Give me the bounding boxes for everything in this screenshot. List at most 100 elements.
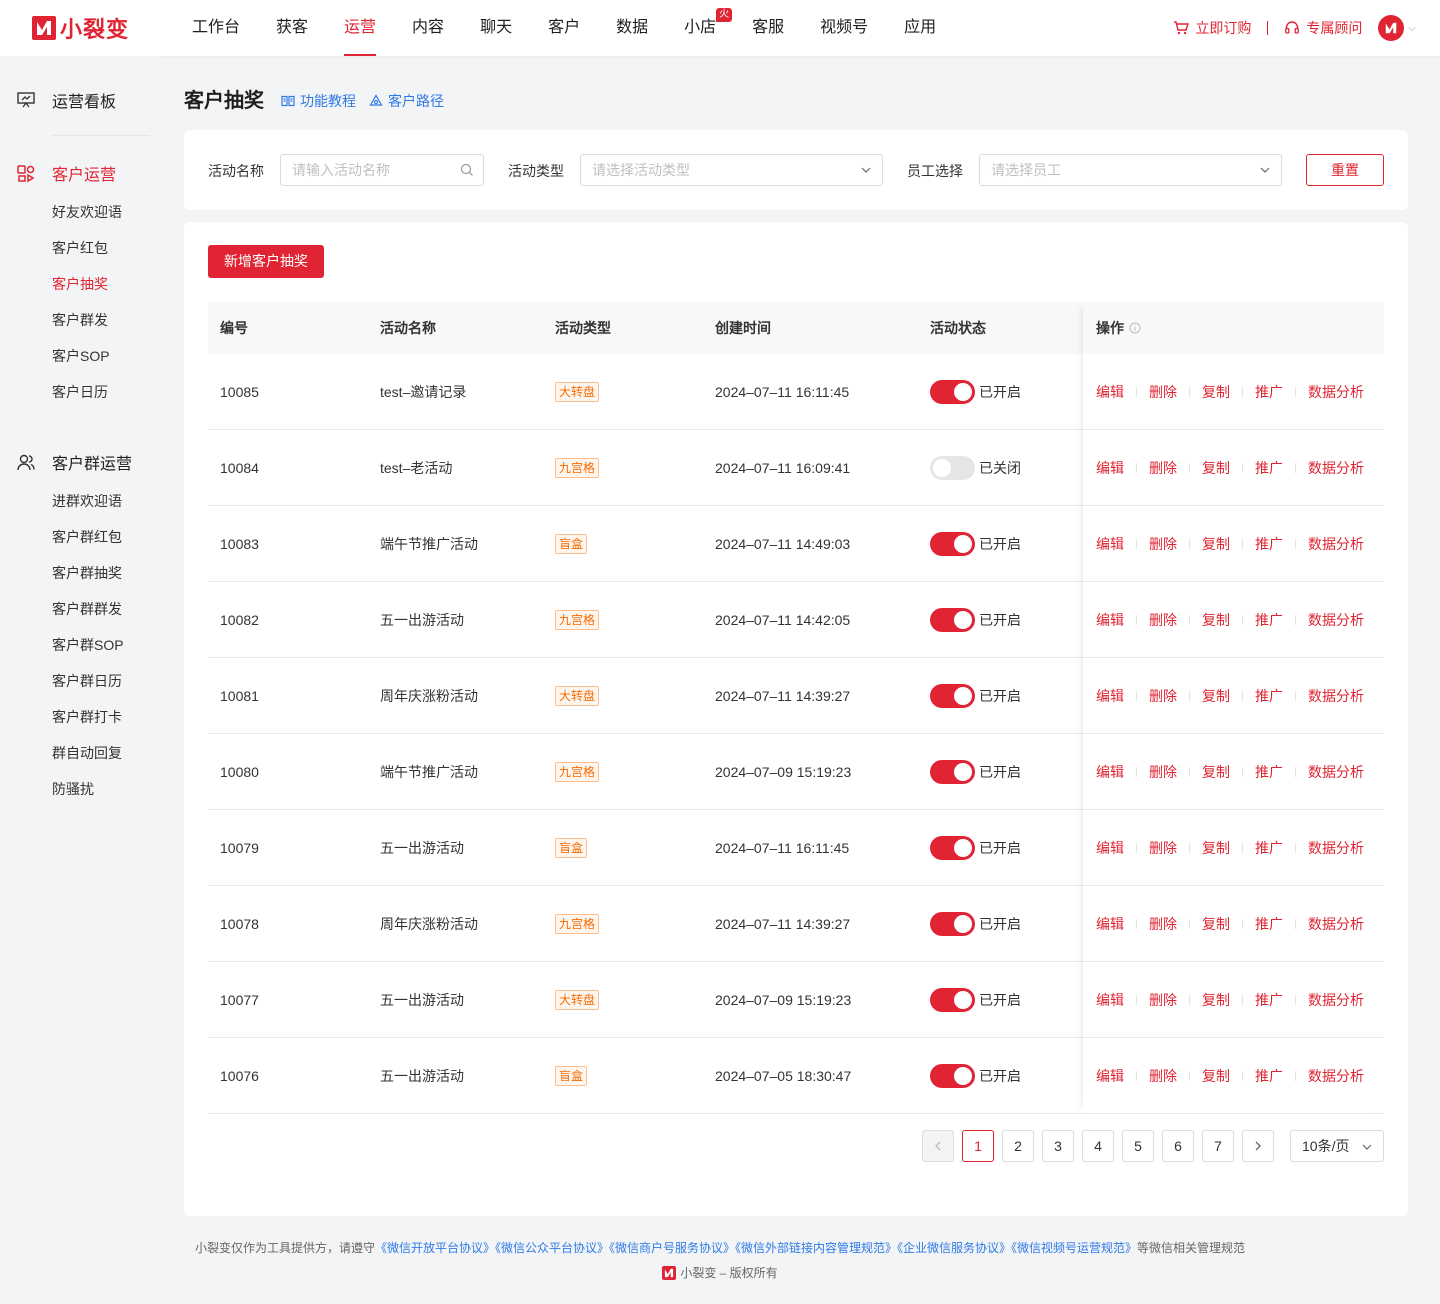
copy-link[interactable]: 复制 [1202, 534, 1230, 554]
delete-link[interactable]: 删除 [1149, 762, 1177, 782]
promote-link[interactable]: 推广 [1255, 458, 1283, 478]
nav-item[interactable]: 客服 [752, 0, 784, 56]
page-button[interactable]: 2 [1002, 1130, 1034, 1162]
delete-link[interactable]: 删除 [1149, 1066, 1177, 1086]
status-toggle[interactable] [930, 836, 975, 860]
agreement-link[interactable]: 《微信视频号运营规范》 [1011, 1241, 1137, 1255]
page-button[interactable]: 3 [1042, 1130, 1074, 1162]
promote-link[interactable]: 推广 [1255, 610, 1283, 630]
avatar[interactable] [1378, 15, 1405, 41]
edit-link[interactable]: 编辑 [1096, 762, 1124, 782]
page-size-select[interactable]: 10条/页 [1290, 1130, 1384, 1162]
delete-link[interactable]: 删除 [1149, 382, 1177, 402]
advisor-link[interactable]: 专属顾问 [1284, 18, 1362, 38]
delete-link[interactable]: 删除 [1149, 990, 1177, 1010]
edit-link[interactable]: 编辑 [1096, 1066, 1124, 1086]
analytics-link[interactable]: 数据分析 [1308, 382, 1364, 402]
copy-link[interactable]: 复制 [1202, 1066, 1230, 1086]
status-toggle[interactable] [930, 684, 975, 708]
copy-link[interactable]: 复制 [1202, 610, 1230, 630]
sidebar-subitem[interactable]: 防骚扰 [52, 779, 94, 799]
sidebar-item-dashboard[interactable]: 运营看板 [16, 88, 116, 112]
status-toggle[interactable] [930, 912, 975, 936]
copy-link[interactable]: 复制 [1202, 762, 1230, 782]
analytics-link[interactable]: 数据分析 [1308, 534, 1364, 554]
copy-link[interactable]: 复制 [1202, 458, 1230, 478]
analytics-link[interactable]: 数据分析 [1308, 686, 1364, 706]
activity-type-select[interactable]: 请选择活动类型 [580, 154, 883, 186]
promote-link[interactable]: 推广 [1255, 762, 1283, 782]
page-button[interactable]: 7 [1202, 1130, 1234, 1162]
analytics-link[interactable]: 数据分析 [1308, 838, 1364, 858]
sidebar-subitem[interactable]: 客户群群发 [52, 599, 122, 619]
promote-link[interactable]: 推广 [1255, 534, 1283, 554]
edit-link[interactable]: 编辑 [1096, 382, 1124, 402]
status-toggle[interactable] [930, 608, 975, 632]
sidebar-subitem[interactable]: 进群欢迎语 [52, 491, 122, 511]
prev-page-button[interactable] [922, 1130, 954, 1162]
edit-link[interactable]: 编辑 [1096, 914, 1124, 934]
nav-item[interactable]: 数据 [616, 0, 648, 56]
agreement-link[interactable]: 《企业微信服务协议》 [897, 1241, 1011, 1255]
analytics-link[interactable]: 数据分析 [1308, 990, 1364, 1010]
delete-link[interactable]: 删除 [1149, 458, 1177, 478]
staff-select[interactable]: 请选择员工 [979, 154, 1282, 186]
sidebar-subitem[interactable]: 客户群红包 [52, 527, 122, 547]
sidebar-subitem[interactable]: 客户群抽奖 [52, 563, 122, 583]
sidebar-subitem[interactable]: 客户SOP [52, 346, 110, 366]
status-toggle[interactable] [930, 988, 975, 1012]
promote-link[interactable]: 推广 [1255, 838, 1283, 858]
nav-item[interactable]: 应用 [904, 0, 936, 56]
page-button[interactable]: 4 [1082, 1130, 1114, 1162]
sidebar-subitem[interactable]: 好友欢迎语 [52, 202, 122, 222]
sidebar-subitem[interactable]: 客户抽奖 [52, 274, 108, 294]
promote-link[interactable]: 推广 [1255, 990, 1283, 1010]
brand-logo[interactable]: 小裂变 [32, 13, 129, 43]
page-button[interactable]: 6 [1162, 1130, 1194, 1162]
nav-item[interactable]: 客户 [548, 0, 580, 56]
promote-link[interactable]: 推广 [1255, 686, 1283, 706]
agreement-link[interactable]: 《微信开放平台协议》 [375, 1241, 495, 1255]
sidebar-subitem[interactable]: 客户日历 [52, 382, 108, 402]
edit-link[interactable]: 编辑 [1096, 990, 1124, 1010]
nav-item[interactable]: 运营 [344, 0, 377, 56]
analytics-link[interactable]: 数据分析 [1308, 914, 1364, 934]
nav-item[interactable]: 获客 [276, 0, 308, 56]
page-button[interactable]: 1 [962, 1130, 994, 1162]
analytics-link[interactable]: 数据分析 [1308, 610, 1364, 630]
delete-link[interactable]: 删除 [1149, 610, 1177, 630]
analytics-link[interactable]: 数据分析 [1308, 762, 1364, 782]
reset-button[interactable]: 重置 [1306, 154, 1384, 186]
status-toggle[interactable] [930, 380, 975, 404]
path-link[interactable]: 客户路径 [369, 91, 444, 111]
promote-link[interactable]: 推广 [1255, 382, 1283, 402]
sidebar-subitem[interactable]: 客户群SOP [52, 635, 124, 655]
sidebar-subitem[interactable]: 客户群发 [52, 310, 108, 330]
delete-link[interactable]: 删除 [1149, 534, 1177, 554]
tutorial-link[interactable]: 功能教程 [281, 91, 356, 111]
sidebar-group-customer-ops[interactable]: 客户运营 [16, 161, 116, 185]
nav-item[interactable]: 工作台 [192, 0, 240, 56]
copy-link[interactable]: 复制 [1202, 686, 1230, 706]
promote-link[interactable]: 推广 [1255, 1066, 1283, 1086]
copy-link[interactable]: 复制 [1202, 990, 1230, 1010]
copy-link[interactable]: 复制 [1202, 838, 1230, 858]
nav-item[interactable]: 聊天 [480, 0, 512, 56]
copy-link[interactable]: 复制 [1202, 914, 1230, 934]
page-button[interactable]: 5 [1122, 1130, 1154, 1162]
chevron-down-icon[interactable]: ⌵ [1408, 23, 1416, 34]
status-toggle[interactable] [930, 456, 975, 480]
sidebar-subitem[interactable]: 客户群打卡 [52, 707, 122, 727]
order-link[interactable]: 立即订购 [1173, 18, 1251, 38]
sidebar-subitem[interactable]: 客户红包 [52, 238, 108, 258]
edit-link[interactable]: 编辑 [1096, 534, 1124, 554]
edit-link[interactable]: 编辑 [1096, 458, 1124, 478]
next-page-button[interactable] [1242, 1130, 1274, 1162]
delete-link[interactable]: 删除 [1149, 838, 1177, 858]
agreement-link[interactable]: 《微信商户号服务协议》 [609, 1241, 735, 1255]
nav-item[interactable]: 内容 [412, 0, 444, 56]
edit-link[interactable]: 编辑 [1096, 838, 1124, 858]
sidebar-group-group-ops[interactable]: 客户群运营 [16, 450, 132, 474]
add-lottery-button[interactable]: 新增客户抽奖 [208, 245, 324, 278]
analytics-link[interactable]: 数据分析 [1308, 458, 1364, 478]
